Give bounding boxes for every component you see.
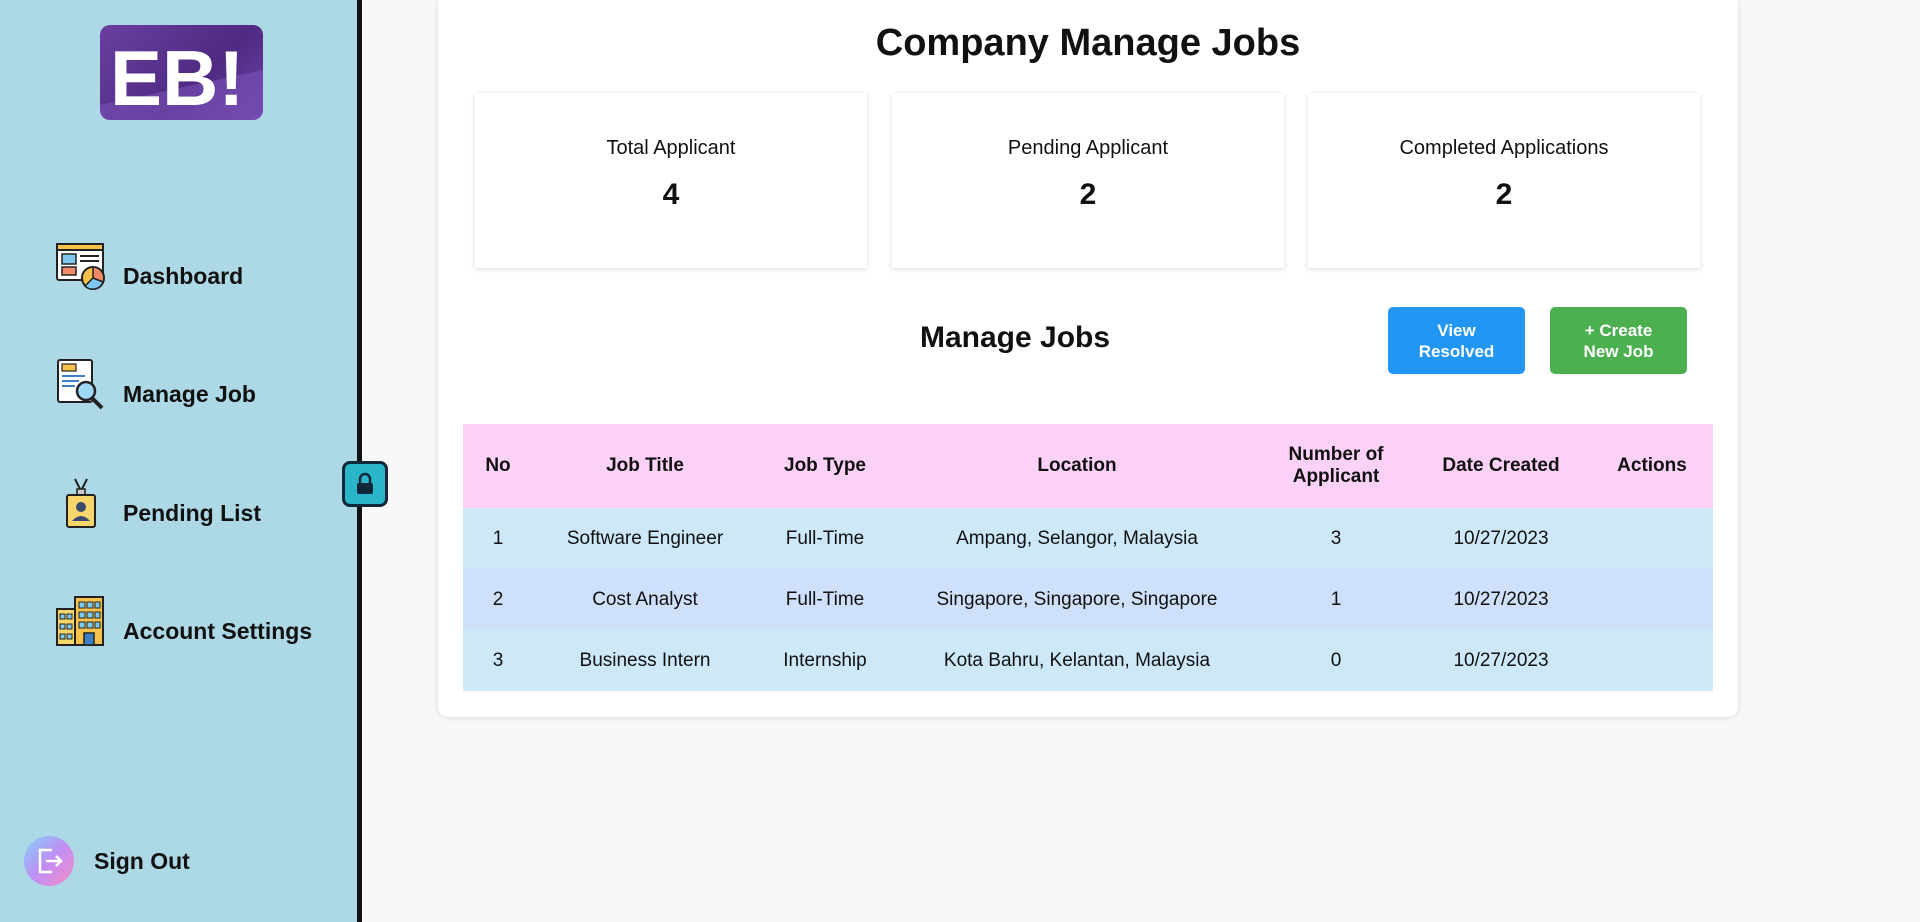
table-row[interactable]: 2 Cost Analyst Full-Time Singapore, Sing… (463, 569, 1713, 630)
table-cell: Full-Time (757, 508, 893, 569)
column-header: Location (893, 424, 1261, 508)
table-cell: 3 (1261, 508, 1411, 569)
stat-label: Completed Applications (1399, 137, 1609, 159)
view-resolved-button[interactable]: View Resolved (1388, 307, 1525, 374)
company-logo[interactable]: EB! (100, 25, 263, 120)
column-header: Actions (1591, 424, 1713, 508)
stat-pending-applicant: Pending Applicant 2 (892, 93, 1284, 268)
lock-icon (357, 472, 373, 494)
table-cell: Kota Bahru, Kelantan, Malaysia (893, 630, 1261, 691)
sign-out-button[interactable]: Sign Out (24, 836, 190, 886)
sidebar-item-account-settings[interactable]: Account Settings (55, 587, 312, 647)
actions-cell[interactable] (1591, 630, 1713, 691)
dashboard-icon (55, 240, 107, 292)
table-cell: Ampang, Selangor, Malaysia (893, 508, 1261, 569)
stat-value: 4 (662, 178, 680, 211)
table-cell: Singapore, Singapore, Singapore (893, 569, 1261, 630)
sidebar-lock-toggle[interactable] (342, 461, 388, 507)
table-header-row: No Job Title Job Type Location Number of… (463, 424, 1713, 508)
jobs-table: No Job Title Job Type Location Number of… (463, 424, 1713, 691)
building-icon (55, 595, 107, 647)
table-cell: 10/27/2023 (1411, 630, 1591, 691)
table-cell: 2 (463, 569, 533, 630)
manage-jobs-card: Company Manage Jobs Total Applicant 4 Pe… (438, 0, 1738, 717)
table-cell: Internship (757, 630, 893, 691)
stat-completed-applications: Completed Applications 2 (1308, 93, 1700, 268)
table-cell: 0 (1261, 630, 1411, 691)
table-cell: Software Engineer (533, 508, 757, 569)
section-title: Manage Jobs (920, 321, 1111, 354)
table-cell: Business Intern (533, 630, 757, 691)
sidebar-item-label: Pending List (123, 500, 261, 526)
page-title: Company Manage Jobs (875, 22, 1301, 64)
stat-label: Pending Applicant (1007, 137, 1169, 159)
table-row[interactable]: 1 Software Engineer Full-Time Ampang, Se… (463, 508, 1713, 569)
sign-out-label: Sign Out (94, 847, 190, 874)
sidebar-item-manage-job[interactable]: Manage Job (55, 350, 256, 410)
column-header: Number of Applicant (1261, 424, 1411, 508)
table-cell: 10/27/2023 (1411, 569, 1591, 630)
create-new-job-button[interactable]: + Create New Job (1550, 307, 1687, 374)
column-header: Job Type (757, 424, 893, 508)
table-cell: 1 (463, 508, 533, 569)
table-cell: Full-Time (757, 569, 893, 630)
table-cell: Cost Analyst (533, 569, 757, 630)
sign-out-icon (24, 836, 74, 886)
actions-cell[interactable] (1591, 508, 1713, 569)
id-badge-icon (55, 477, 107, 529)
stat-label: Total Applicant (606, 137, 736, 159)
table-row[interactable]: 3 Business Intern Internship Kota Bahru,… (463, 630, 1713, 691)
table-cell: 3 (463, 630, 533, 691)
stat-value: 2 (1079, 178, 1097, 211)
table-cell: 10/27/2023 (1411, 508, 1591, 569)
job-search-icon (55, 358, 107, 410)
column-header: Date Created (1411, 424, 1591, 508)
sidebar-item-label: Account Settings (123, 618, 313, 644)
sidebar-item-label: Manage Job (123, 381, 256, 407)
stat-total-applicant: Total Applicant 4 (475, 93, 867, 268)
sidebar: EB! Dashboard Manage Job Pending List Ac… (0, 0, 362, 922)
stat-value: 2 (1495, 178, 1513, 211)
column-header: Job Title (533, 424, 757, 508)
sidebar-item-dashboard[interactable]: Dashboard (55, 232, 243, 292)
logo-letters: EB! (110, 34, 244, 120)
sidebar-item-pending-list[interactable]: Pending List (55, 469, 261, 529)
actions-cell[interactable] (1591, 569, 1713, 630)
table-cell: 1 (1261, 569, 1411, 630)
sidebar-item-label: Dashboard (123, 263, 244, 289)
column-header: No (463, 424, 533, 508)
